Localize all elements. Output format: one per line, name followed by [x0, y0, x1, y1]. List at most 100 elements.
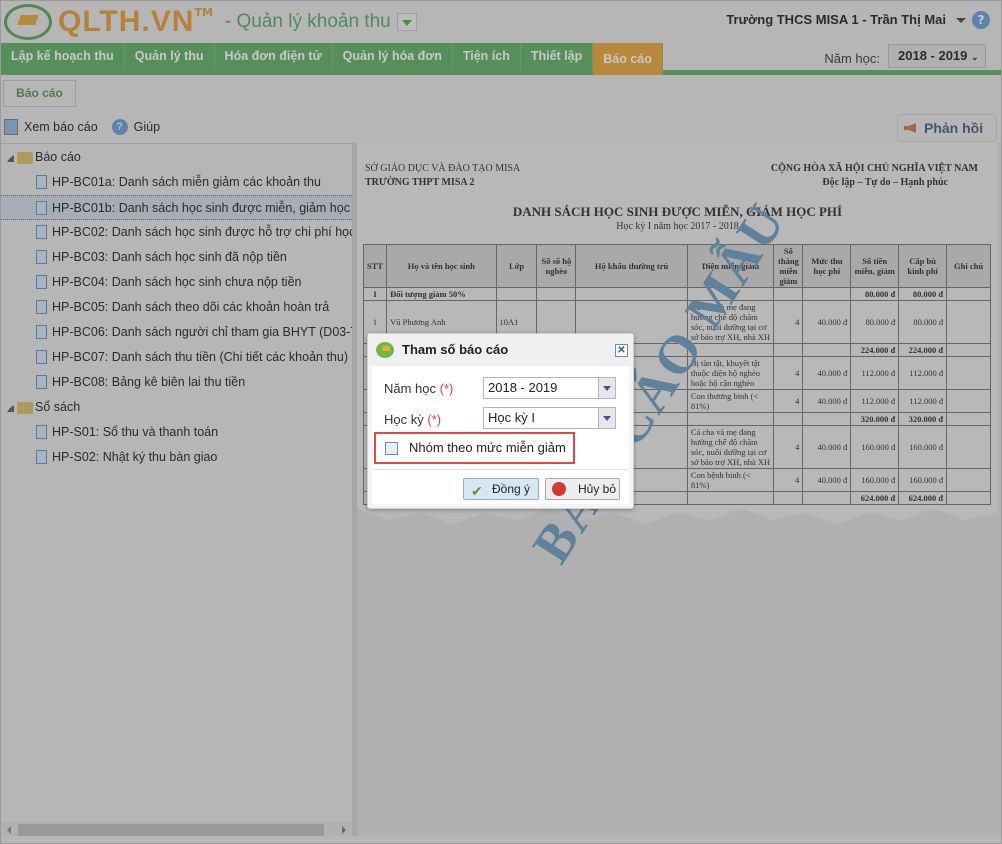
tree-folder[interactable]: Báo cáo	[1, 145, 352, 170]
group-checkbox[interactable]	[385, 442, 398, 455]
table-cell	[802, 491, 852, 505]
table-cell	[686, 491, 775, 505]
table-cell: 40.000 đ	[802, 468, 852, 492]
horizontal-scrollbar[interactable]	[1, 822, 352, 836]
tab-3[interactable]: Quản lý hóa đơn	[332, 43, 453, 70]
label-text: Năm học	[384, 381, 437, 396]
logo[interactable]: QLTH.VN TM - Quản lý khoản thu	[4, 4, 417, 40]
year-label: Năm học:	[824, 51, 880, 66]
table-cell	[946, 389, 991, 413]
tree-item-label: HP-S02: Nhật ký thu bàn giao	[52, 450, 218, 464]
required-mark: (*)	[427, 412, 442, 427]
cancel-label: Hủy bỏ	[578, 482, 617, 496]
tree-item[interactable]: HP-BC07: Danh sách thu tiền (Chi tiết cá…	[1, 345, 352, 370]
table-cell: 224.000 đ	[898, 343, 948, 357]
tree-item[interactable]: HP-S02: Nhật ký thu bàn giao	[1, 445, 352, 470]
tree-item[interactable]: HP-BC03: Danh sách học sinh đã nộp tiền	[1, 245, 352, 270]
chevron-down-icon[interactable]	[598, 378, 615, 398]
expand-icon[interactable]	[7, 155, 14, 162]
app-switch-dropdown[interactable]	[396, 13, 417, 31]
table-cell	[802, 412, 852, 426]
tab-1[interactable]: Quản lý thu	[124, 43, 215, 70]
scroll-right-icon[interactable]	[342, 826, 346, 834]
view-report-button[interactable]: Xem báo cáo	[24, 120, 98, 134]
document-icon	[36, 325, 47, 339]
report-nation: CỘNG HÒA XÃ HỘI CHỦ NGHĨA VIỆT NAM Độc lậ…	[771, 162, 978, 190]
view-report-icon[interactable]	[4, 119, 18, 135]
chevron-down-icon: ⌄	[971, 52, 979, 62]
table-cell	[773, 287, 804, 301]
table-cell: 112.000 đ	[898, 356, 948, 390]
tree-item-label: HP-BC03: Danh sách học sinh đã nộp tiền	[52, 250, 287, 264]
scroll-left-icon[interactable]	[7, 826, 11, 834]
table-cell: 112.000 đ	[898, 389, 948, 413]
tree-item-label: HP-BC04: Danh sách học sinh chưa nộp tiề…	[52, 275, 302, 289]
group-checkbox-label[interactable]: Nhóm theo mức miễn giảm	[409, 440, 566, 455]
scroll-thumb[interactable]	[18, 824, 324, 836]
report-subtitle: Học kỳ I năm học 2017 - 2018	[616, 221, 739, 232]
table-cell	[536, 287, 577, 301]
help-icon[interactable]: ?	[972, 11, 990, 29]
tree-item[interactable]: HP-S01: Sổ thu và thanh toán	[1, 420, 352, 445]
ok-label: Đồng ý	[492, 482, 531, 496]
close-icon[interactable]: ✕	[615, 344, 628, 357]
table-cell	[946, 425, 991, 469]
tree-item[interactable]: HP-BC01a: Danh sách miễn giảm các khoản …	[1, 170, 352, 195]
tab-5[interactable]: Thiết lập	[520, 43, 594, 70]
app-name: - Quản lý khoản thu	[224, 11, 391, 32]
report-icon	[376, 342, 394, 358]
tree-folder[interactable]: Sổ sách	[1, 395, 352, 420]
table-cell: Con bệnh binh (< 81%)	[686, 468, 775, 492]
column-header: Họ và tên học sinh	[386, 244, 497, 288]
column-header: STT	[362, 244, 388, 288]
user-menu[interactable]: Trường THCS MISA 1 - Trần Thị Mai	[726, 12, 946, 27]
table-cell: 4	[773, 356, 804, 390]
tab-6[interactable]: Báo cáo	[593, 43, 663, 75]
report-title: DANH SÁCH HỌC SINH ĐƯỢC MIỄN, GIẢM HỌC P…	[512, 204, 843, 219]
table-cell: 320.000 đ	[850, 412, 900, 426]
table-cell: 40.000 đ	[802, 356, 852, 390]
tree-item-label: HP-BC07: Danh sách thu tiền (Chi tiết cá…	[52, 350, 348, 364]
year-combo[interactable]: 2018 - 2019	[483, 377, 616, 399]
org-line1: SỞ GIÁO DỤC VÀ ĐÀO TẠO MISA	[365, 163, 521, 174]
document-icon	[36, 300, 47, 314]
cancel-button[interactable]: Hủy bỏ	[545, 478, 620, 500]
table-cell: 40.000 đ	[802, 300, 852, 344]
logo-tm: TM	[194, 6, 213, 19]
table-cell: 160.000 đ	[898, 425, 948, 469]
report-tree-panel: Báo cáo HP-BC01a: Danh sách miễn giảm các…	[1, 143, 352, 836]
chevron-down-icon[interactable]	[598, 408, 615, 428]
ok-button[interactable]: ✔ Đồng ý	[463, 478, 539, 500]
table-cell	[946, 491, 991, 505]
feedback-button[interactable]: Phản hồi	[897, 114, 997, 142]
expand-icon[interactable]	[7, 405, 14, 412]
tree-item[interactable]: HP-BC05: Danh sách theo dõi các khoản ho…	[1, 295, 352, 320]
required-mark: (*)	[439, 381, 454, 396]
tree-item[interactable]: HP-BC01b: Danh sách học sinh được miễn, …	[1, 195, 352, 220]
tab-0[interactable]: Lập kế hoạch thu	[1, 43, 125, 70]
table-cell: 224.000 đ	[850, 343, 900, 357]
tree-item[interactable]: HP-BC04: Danh sách học sinh chưa nộp tiề…	[1, 270, 352, 295]
help-icon[interactable]: ?	[111, 119, 128, 135]
check-icon: ✔	[471, 483, 483, 499]
caret-down-icon[interactable]	[956, 18, 966, 23]
term-combo[interactable]: Học kỳ I	[483, 407, 616, 429]
folder-label: Sổ sách	[35, 400, 81, 414]
column-header: Cấp bù kinh phí	[898, 244, 948, 288]
tree-item-label: HP-BC06: Danh sách người chỉ tham gia BH…	[52, 325, 352, 339]
table-cell: 80.000 đ	[898, 287, 948, 301]
subtab-bao-cao[interactable]: Báo cáo	[3, 80, 76, 107]
table-cell	[946, 356, 991, 390]
table-cell: 112.000 đ	[850, 389, 900, 413]
year-select[interactable]: 2018 - 2019 ⌄	[888, 44, 986, 68]
tree-item[interactable]: HP-BC06: Danh sách người chỉ tham gia BH…	[1, 320, 352, 345]
help-button[interactable]: Giúp	[134, 120, 160, 134]
table-cell: 4	[773, 468, 804, 492]
tab-4[interactable]: Tiện ích	[452, 43, 521, 70]
tab-2[interactable]: Hóa đơn điện tử	[214, 43, 333, 70]
table-cell: 624.000 đ	[898, 491, 948, 505]
tree-item[interactable]: HP-BC08: Bảng kê biên lai thu tiền	[1, 370, 352, 395]
table-cell: 320.000 đ	[898, 412, 948, 426]
table-cell	[495, 287, 538, 301]
tree-item[interactable]: HP-BC02: Danh sách học sinh được hỗ trợ …	[1, 220, 352, 245]
